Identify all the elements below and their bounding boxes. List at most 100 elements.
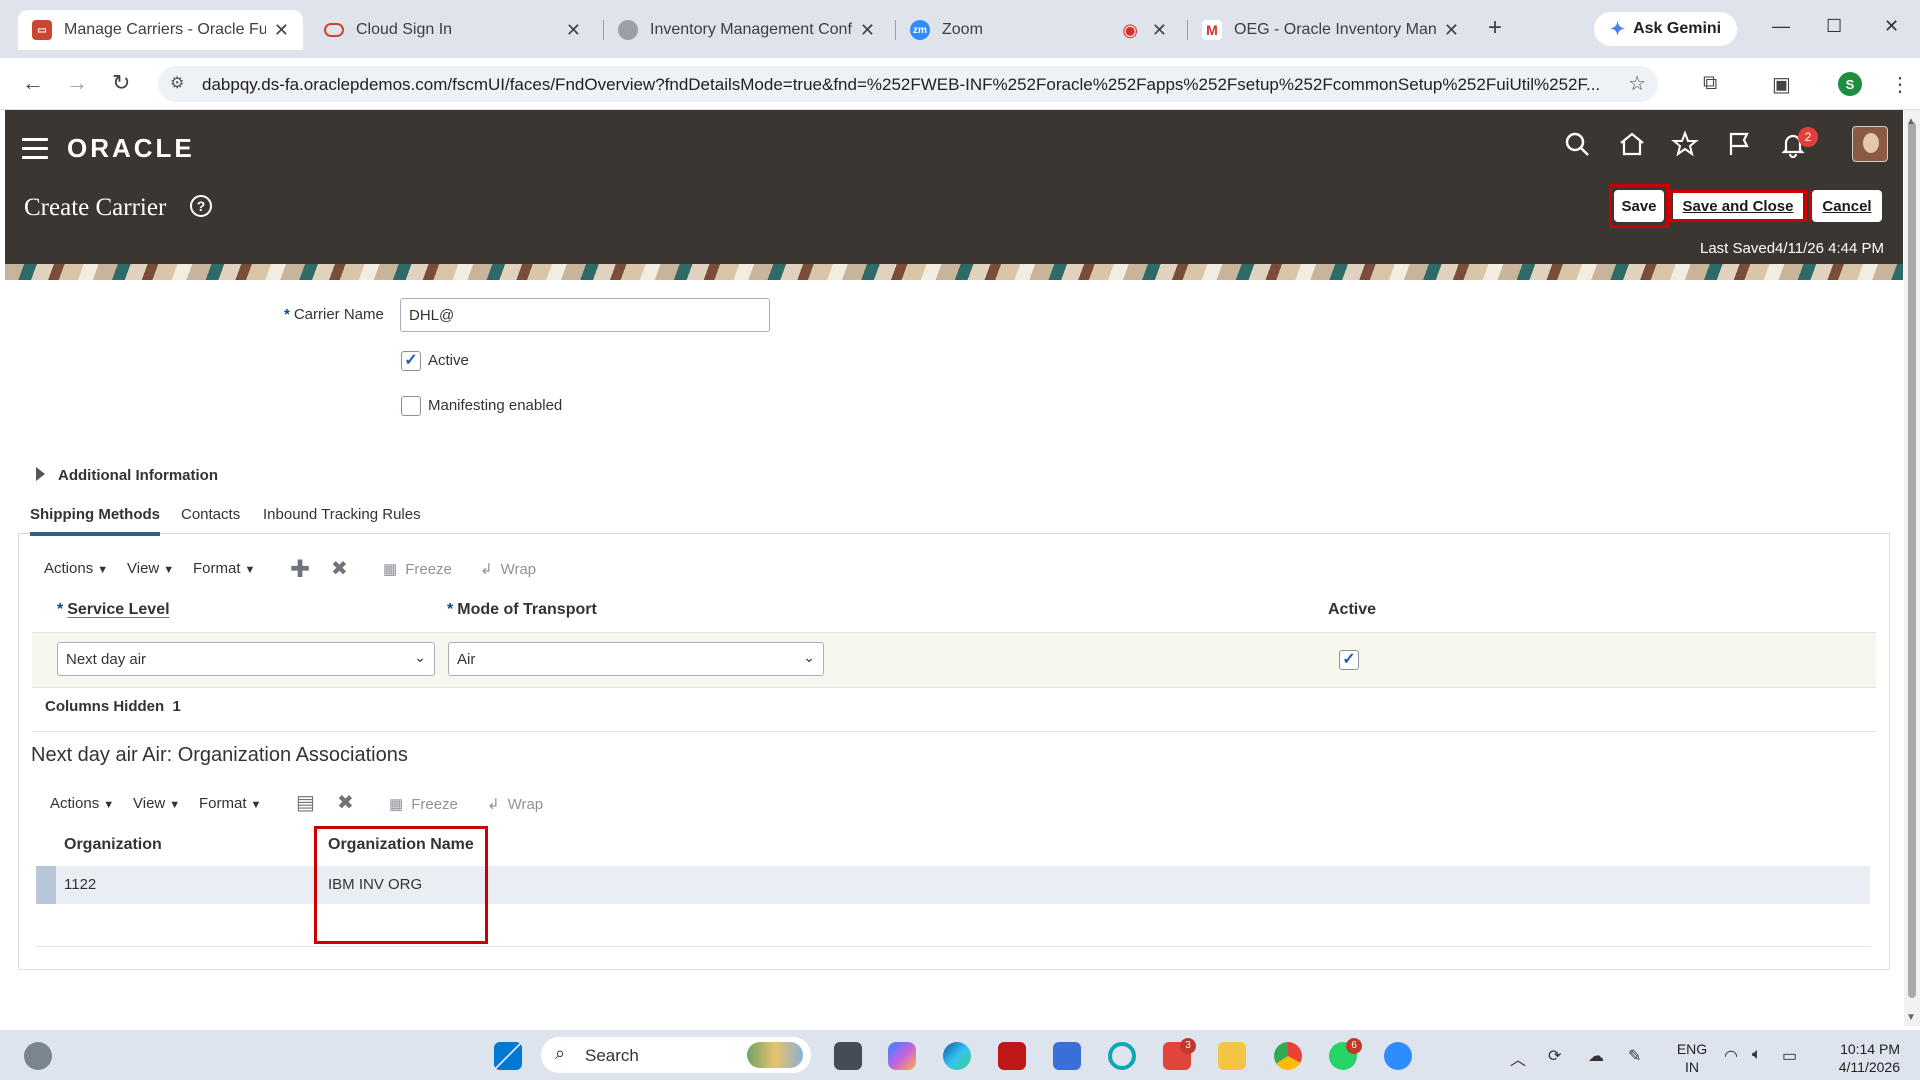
delete-row-x-icon[interactable]: ✖	[331, 556, 348, 581]
microsoft-store-icon[interactable]	[1053, 1042, 1081, 1070]
close-tab-icon[interactable]: ✕	[274, 20, 289, 41]
omnibox[interactable]: ⚙ dabpqy.ds-fa.oraclepdemos.com/fscmUI/f…	[158, 66, 1658, 102]
dropdown-triangle-icon: ▼	[163, 564, 175, 576]
chevron-down-icon: ⌄	[414, 649, 426, 665]
volume-icon[interactable]: 🔈︎	[1752, 1046, 1762, 1064]
browser-tab-oeg[interactable]: M OEG - Oracle Inventory Manag ✕	[1188, 10, 1473, 50]
maximize-window-icon[interactable]: ☐	[1826, 16, 1842, 37]
divider	[36, 946, 1870, 947]
browser-tab-zoom[interactable]: zm Zoom ◉ ✕	[896, 10, 1181, 50]
freeze-button[interactable]: ▦ Freeze	[383, 560, 452, 578]
user-avatar[interactable]	[1852, 126, 1888, 162]
task-view-icon[interactable]	[834, 1042, 862, 1070]
home-icon[interactable]	[1617, 130, 1647, 160]
close-tab-icon[interactable]: ✕	[566, 20, 581, 41]
format-menu[interactable]: Format ▼	[193, 560, 255, 577]
scroll-down-arrow-icon[interactable]: ▼	[1906, 1012, 1916, 1023]
add-row-plus-icon[interactable]: ✚	[290, 555, 310, 584]
tab-shipping-methods[interactable]: Shipping Methods	[30, 506, 160, 536]
url-text[interactable]: dabpqy.ds-fa.oraclepdemos.com/fscmUI/fac…	[202, 75, 1622, 95]
navigator-menu-icon[interactable]	[22, 138, 48, 165]
chrome-icon[interactable]	[1274, 1042, 1302, 1070]
wrap-button[interactable]: ↲ Wrap	[480, 560, 536, 578]
mcafee-icon[interactable]	[998, 1042, 1026, 1070]
browser-tab-cloud-sign-in[interactable]: Cloud Sign In ✕	[310, 10, 595, 50]
back-arrow-icon[interactable]: ←	[22, 70, 44, 96]
new-tab-button[interactable]: +	[1488, 14, 1502, 42]
browser-tab-manage-carriers[interactable]: ▭ Manage Carriers - Oracle Fusic ✕	[18, 10, 303, 50]
file-explorer-icon[interactable]	[1218, 1042, 1246, 1070]
org-wrap-button[interactable]: ↲ Wrap	[487, 795, 543, 813]
cortana-ring-icon[interactable]	[1108, 1042, 1136, 1070]
battery-icon[interactable]: ▭	[1782, 1046, 1797, 1066]
ask-gemini-button[interactable]: ✦ Ask Gemini	[1594, 12, 1738, 46]
cancel-button[interactable]: Cancel	[1812, 190, 1882, 222]
favorites-star-icon[interactable]	[1670, 130, 1700, 160]
view-menu[interactable]: View ▼	[127, 560, 174, 577]
active-checkbox[interactable]: ✓	[401, 351, 421, 371]
browser-profile-avatar[interactable]: S	[1838, 72, 1862, 96]
weather-widget-icon[interactable]	[24, 1042, 52, 1070]
add-multiple-rows-icon[interactable]: ▤	[296, 790, 315, 815]
mode-of-transport-column-header[interactable]: * Mode of Transport	[447, 601, 597, 619]
zoom-app-icon[interactable]	[1384, 1042, 1412, 1070]
minimize-window-icon[interactable]: —	[1772, 16, 1790, 37]
additional-information-toggle[interactable]: Additional Information	[58, 467, 218, 484]
organization-cell[interactable]: 1122	[64, 876, 96, 893]
manifesting-enabled-checkbox[interactable]	[401, 396, 421, 416]
cast-icon[interactable]: ▣	[1772, 72, 1791, 97]
flag-icon[interactable]	[1724, 130, 1754, 160]
language-indicator[interactable]: ENG IN	[1674, 1040, 1710, 1076]
wrap-icon: ↲	[480, 561, 493, 578]
service-level-select[interactable]: Next day air ⌄	[57, 642, 435, 676]
active-label: Active	[428, 352, 469, 369]
org-freeze-button[interactable]: ▦ Freeze	[389, 795, 458, 813]
edge-browser-icon[interactable]	[943, 1042, 971, 1070]
site-settings-icon[interactable]: ⚙	[170, 73, 184, 93]
carrier-name-input[interactable]: DHL@	[400, 298, 770, 332]
whatsapp-badge: 6	[1346, 1038, 1362, 1054]
close-tab-icon[interactable]: ✕	[1152, 20, 1167, 41]
row-active-checkbox[interactable]: ✓	[1339, 650, 1359, 670]
delete-row-x-icon[interactable]: ✖	[337, 790, 354, 815]
wifi-icon[interactable]: ◠	[1724, 1046, 1738, 1066]
close-window-icon[interactable]: ✕	[1884, 16, 1899, 37]
carrier-name-label: * Carrier Name	[284, 306, 384, 323]
show-hidden-icons-chevron-icon[interactable]: ︿	[1510, 1046, 1526, 1070]
extensions-puzzle-icon[interactable]: ⧉	[1703, 72, 1717, 95]
forward-arrow-icon[interactable]: →	[66, 70, 88, 96]
decorative-banner	[5, 264, 1903, 280]
tab-contacts[interactable]: Contacts	[181, 506, 240, 523]
service-level-column-header[interactable]: * Service Level	[57, 601, 170, 619]
close-tab-icon[interactable]: ✕	[860, 20, 875, 41]
pen-icon[interactable]: ✎	[1628, 1046, 1641, 1066]
copilot-icon[interactable]	[888, 1042, 916, 1070]
search-icon[interactable]	[1562, 130, 1592, 160]
org-view-menu[interactable]: View ▼	[133, 795, 180, 812]
table-row[interactable]	[36, 866, 1870, 904]
active-column-header[interactable]: Active	[1328, 601, 1376, 619]
windows-start-icon[interactable]	[494, 1042, 522, 1070]
taskbar-search[interactable]: ⌕ Search	[541, 1037, 811, 1073]
tab-inbound-tracking-rules[interactable]: Inbound Tracking Rules	[263, 506, 421, 523]
page-scrollbar[interactable]	[1904, 110, 1920, 1026]
actions-menu[interactable]: Actions ▼	[44, 560, 108, 577]
organization-column-header[interactable]: Organization	[64, 836, 162, 854]
scroll-up-arrow-icon[interactable]: ▲	[1906, 116, 1916, 127]
reload-icon[interactable]: ↻	[112, 70, 130, 96]
system-clock[interactable]: 10:14 PM 4/11/2026	[1820, 1040, 1900, 1076]
org-actions-menu[interactable]: Actions ▼	[50, 795, 114, 812]
scrollbar-thumb[interactable]	[1908, 122, 1916, 998]
help-icon[interactable]: ?	[190, 195, 212, 217]
divider	[32, 731, 1876, 732]
expand-triangle-icon[interactable]	[36, 467, 45, 481]
sync-icon[interactable]: ⟳	[1548, 1046, 1561, 1066]
mode-of-transport-select[interactable]: Air ⌄	[448, 642, 824, 676]
bookmark-star-icon[interactable]: ☆	[1628, 71, 1646, 96]
org-format-menu[interactable]: Format ▼	[199, 795, 261, 812]
dropdown-triangle-icon: ▼	[103, 799, 115, 811]
close-tab-icon[interactable]: ✕	[1444, 20, 1459, 41]
onedrive-cloud-icon[interactable]: ☁	[1588, 1046, 1604, 1066]
browser-tab-inventory-config[interactable]: Inventory Management Config ✕	[604, 10, 889, 50]
browser-menu-icon[interactable]: ⋮	[1890, 72, 1910, 97]
